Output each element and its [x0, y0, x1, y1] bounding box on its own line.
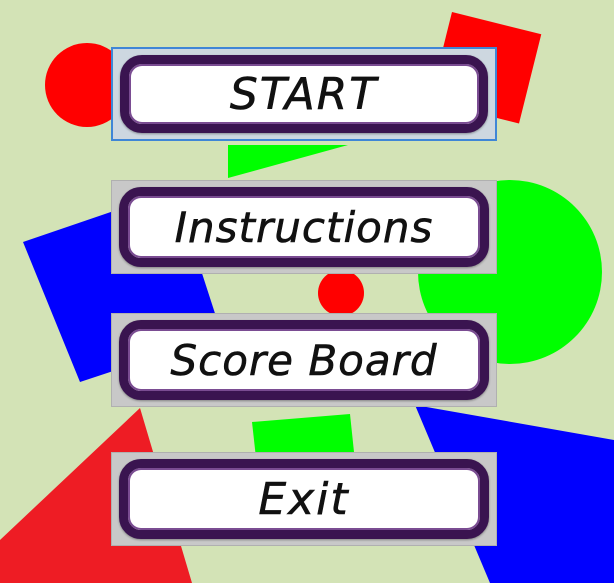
scoreboard-button-frame: Score Board [111, 313, 497, 407]
instructions-button-frame: Instructions [111, 180, 497, 274]
exit-button-label: Exit [258, 473, 350, 525]
start-button[interactable]: START [120, 55, 488, 133]
scoreboard-button-label: Score Board [170, 335, 438, 385]
instructions-button-label: Instructions [174, 202, 434, 252]
start-button-frame: START [111, 47, 497, 141]
exit-button[interactable]: Exit [119, 459, 489, 539]
scoreboard-button[interactable]: Score Board [119, 320, 489, 400]
exit-button-frame: Exit [111, 452, 497, 546]
red-circle-small [318, 270, 364, 316]
start-button-label: START [229, 68, 379, 120]
green-triangle-top [228, 145, 348, 178]
instructions-button[interactable]: Instructions [119, 187, 489, 267]
